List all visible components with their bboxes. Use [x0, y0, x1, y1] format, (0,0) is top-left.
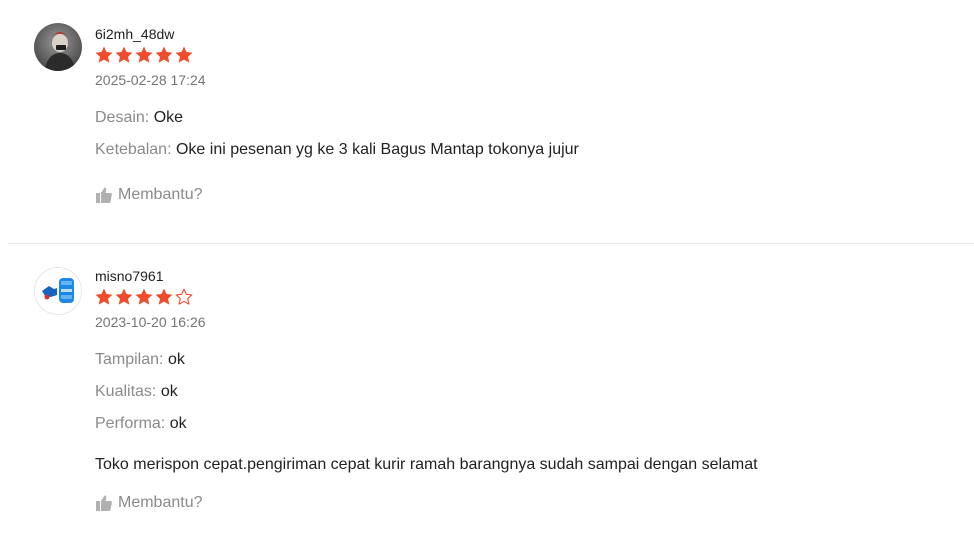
avatar[interactable]	[34, 23, 82, 71]
attribute-label: Desain:	[95, 109, 150, 126]
review-item: misno7961 2023-10-20 16:26 Tampilan: ok …	[0, 244, 974, 549]
star-filled-icon	[135, 288, 153, 305]
attribute-label: Performa:	[95, 415, 166, 432]
thumbs-up-icon	[96, 187, 112, 203]
helpful-label: Membantu?	[118, 494, 203, 511]
attribute-value: Oke	[153, 109, 184, 126]
review-comment: Toko merispon cepat.pengiriman cepat kur…	[95, 456, 758, 473]
star-filled-icon	[155, 288, 173, 305]
review-timestamp: 2023-10-20 16:26	[95, 314, 206, 330]
star-filled-icon	[175, 46, 193, 63]
star-filled-icon	[115, 288, 133, 305]
star-filled-icon	[95, 288, 113, 305]
attribute-value: Oke ini pesenan yg ke 3 kali Bagus Manta…	[175, 141, 579, 158]
attribute-label: Ketebalan:	[95, 141, 172, 158]
helpful-button[interactable]: Membantu?	[95, 184, 203, 206]
attribute-value: ok	[160, 383, 178, 400]
review-attributes: Desain: Oke Ketebalan: Oke ini pesenan y…	[95, 102, 974, 166]
review-timestamp: 2025-02-28 17:24	[95, 72, 206, 88]
attribute-label: Kualitas:	[95, 383, 157, 400]
review-attribute: Ketebalan: Oke ini pesenan yg ke 3 kali …	[95, 134, 974, 166]
review-attributes: Tampilan: ok Kualitas: ok Performa: ok	[95, 344, 974, 440]
attribute-value: ok	[167, 351, 185, 368]
reviewer-username: misno7961	[95, 268, 164, 284]
review-attribute: Tampilan: ok	[95, 344, 974, 376]
review-attribute: Kualitas: ok	[95, 376, 974, 408]
attribute-label: Tampilan:	[95, 351, 164, 368]
avatar[interactable]	[34, 267, 82, 315]
star-filled-icon	[95, 46, 113, 63]
star-filled-icon	[155, 46, 173, 63]
star-filled-icon	[135, 46, 153, 63]
thumbs-up-icon	[96, 495, 112, 511]
review-attribute: Desain: Oke	[95, 102, 974, 134]
review-attribute: Performa: ok	[95, 408, 974, 440]
star-outline-icon	[175, 288, 193, 305]
attribute-value: ok	[169, 415, 187, 432]
star-filled-icon	[115, 46, 133, 63]
star-rating	[95, 286, 974, 308]
review-item: 6i2mh_48dw 2025-02-28 17:24 Desain: Oke …	[0, 0, 974, 244]
helpful-label: Membantu?	[118, 186, 203, 203]
star-rating	[95, 44, 974, 66]
helpful-button[interactable]: Membantu?	[95, 492, 203, 514]
reviewer-username: 6i2mh_48dw	[95, 26, 175, 42]
